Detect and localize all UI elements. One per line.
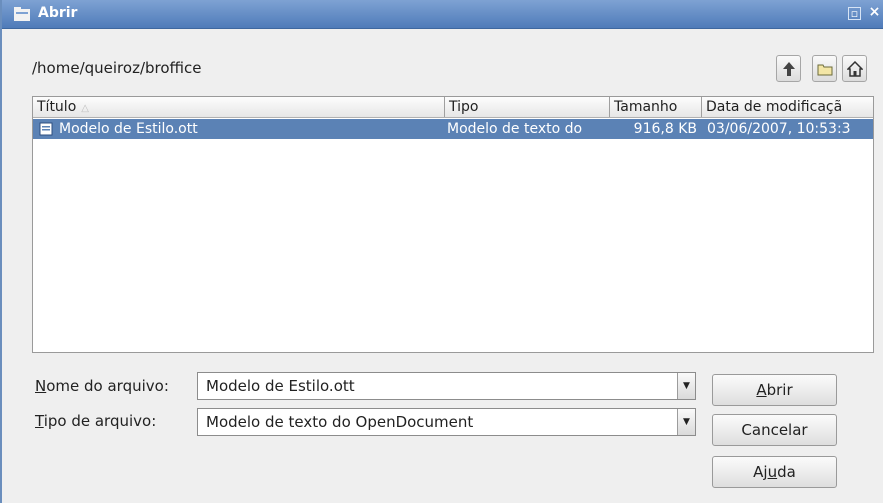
column-size[interactable]: Tamanho bbox=[610, 97, 702, 117]
new-folder-icon bbox=[817, 64, 833, 76]
title-bar[interactable]: Abrir ▫ × bbox=[2, 0, 883, 29]
filetype-select[interactable]: Modelo de texto do OpenDocument ▼ bbox=[197, 408, 696, 436]
filename-label: Nome do arquivo: bbox=[35, 377, 169, 395]
maximize-icon[interactable]: ▫ bbox=[848, 7, 861, 20]
document-template-icon bbox=[39, 122, 53, 136]
chevron-down-icon[interactable]: ▼ bbox=[677, 409, 695, 435]
column-type[interactable]: Tipo bbox=[445, 97, 610, 117]
new-folder-button[interactable] bbox=[812, 55, 837, 82]
file-list[interactable]: Título △ Tipo Tamanho Data de modificaçã … bbox=[32, 96, 874, 353]
app-icon bbox=[14, 7, 30, 21]
up-one-level-button[interactable] bbox=[776, 55, 801, 82]
filetype-value: Modelo de texto do OpenDocument bbox=[206, 413, 474, 431]
file-row[interactable]: Modelo de Estilo.ott Modelo de texto do … bbox=[33, 119, 873, 139]
column-header-row: Título △ Tipo Tamanho Data de modificaçã bbox=[33, 97, 873, 118]
home-folder-icon bbox=[847, 61, 863, 77]
filename-combo[interactable]: Modelo de Estilo.ott ▼ bbox=[197, 372, 696, 400]
cancel-button[interactable]: Cancelar bbox=[712, 414, 837, 446]
filename-input[interactable]: Modelo de Estilo.ott bbox=[206, 377, 355, 395]
close-icon[interactable]: × bbox=[868, 5, 881, 20]
current-path: /home/queiroz/broffice bbox=[32, 59, 202, 77]
file-name: Modelo de Estilo.ott bbox=[59, 121, 198, 137]
sort-ascending-icon: △ bbox=[81, 103, 89, 114]
chevron-down-icon[interactable]: ▼ bbox=[677, 373, 695, 399]
file-modified: 03/06/2007, 10:53:3 bbox=[707, 121, 851, 137]
help-button[interactable]: Ajuda bbox=[712, 456, 837, 488]
column-title[interactable]: Título △ bbox=[33, 97, 445, 117]
column-modified[interactable]: Data de modificaçã bbox=[702, 97, 873, 117]
window-title: Abrir bbox=[38, 5, 78, 21]
file-size: 916,8 KB bbox=[633, 121, 697, 137]
up-one-level-icon bbox=[783, 62, 795, 76]
file-type: Modelo de texto do bbox=[447, 121, 583, 137]
open-dialog: Abrir ▫ × /home/queiroz/broffice Título △… bbox=[0, 0, 883, 503]
home-folder-button[interactable] bbox=[842, 55, 867, 82]
filetype-label: Tipo de arquivo: bbox=[35, 412, 157, 430]
open-button[interactable]: Abrir bbox=[712, 374, 837, 406]
